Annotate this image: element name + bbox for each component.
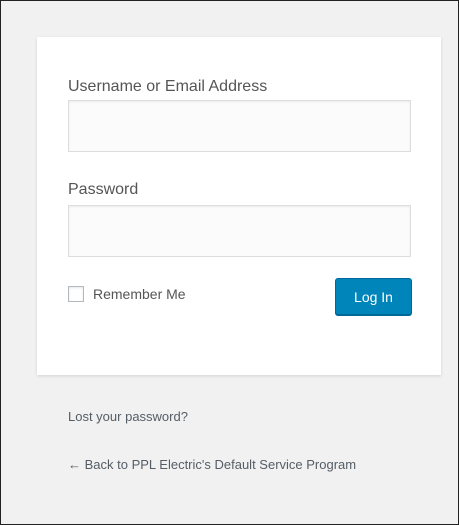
login-button[interactable]: Log In: [335, 278, 412, 315]
back-to-site-link[interactable]: ← Back to PPL Electric's Default Service…: [68, 454, 398, 476]
login-form: Username or Email Address Password Remem…: [37, 37, 441, 375]
remember-me-checkbox[interactable]: [68, 286, 84, 302]
password-input[interactable]: [68, 205, 411, 257]
remember-me-label[interactable]: Remember Me: [93, 286, 186, 302]
password-label: Password: [68, 181, 139, 198]
login-page: Username or Email Address Password Remem…: [0, 0, 459, 525]
lost-password-link[interactable]: Lost your password?: [68, 406, 188, 428]
username-input[interactable]: [68, 100, 411, 152]
username-label: Username or Email Address: [68, 78, 268, 95]
remember-me[interactable]: Remember Me: [68, 284, 186, 304]
